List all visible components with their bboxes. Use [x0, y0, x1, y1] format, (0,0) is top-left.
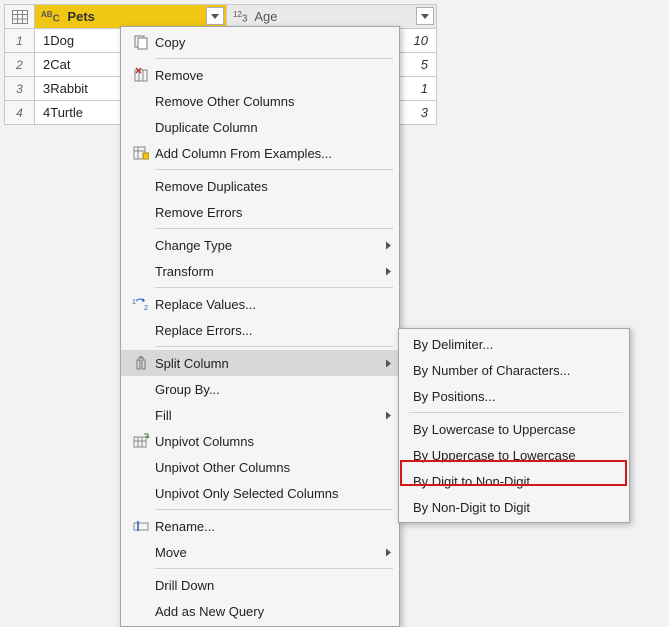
rename-icon — [127, 520, 155, 532]
column-header-pets[interactable]: ABC Pets — [35, 5, 227, 29]
submenu-non-digit-to-digit[interactable]: By Non-Digit to Digit — [399, 494, 629, 520]
menu-label: Duplicate Column — [155, 120, 375, 135]
submenu-arrow-icon — [386, 545, 391, 560]
menu-remove-duplicates[interactable]: Remove Duplicates — [121, 173, 399, 199]
column-header-age[interactable]: 123 Age — [227, 5, 437, 29]
menu-add-as-new-query[interactable]: Add as New Query — [121, 598, 399, 624]
row-number: 4 — [5, 101, 35, 125]
column-header-label: Pets — [67, 9, 94, 24]
menu-replace-values[interactable]: 12 Replace Values... — [121, 291, 399, 317]
menu-drill-down[interactable]: Drill Down — [121, 572, 399, 598]
submenu-by-number-of-characters[interactable]: By Number of Characters... — [399, 357, 629, 383]
column-filter-dropdown[interactable] — [206, 7, 224, 25]
submenu-arrow-icon — [386, 238, 391, 253]
menu-separator — [155, 58, 393, 59]
menu-label: By Non-Digit to Digit — [413, 500, 605, 515]
menu-separator — [155, 169, 393, 170]
row-number: 1 — [5, 29, 35, 53]
menu-replace-errors[interactable]: Replace Errors... — [121, 317, 399, 343]
menu-label: Transform — [155, 264, 375, 279]
context-menu: Copy Remove Remove Other Columns Duplica… — [120, 26, 400, 627]
menu-remove-errors[interactable]: Remove Errors — [121, 199, 399, 225]
menu-label: Remove Errors — [155, 205, 375, 220]
menu-label: Copy — [155, 35, 375, 50]
menu-label: Remove Duplicates — [155, 179, 375, 194]
submenu-lowercase-to-uppercase[interactable]: By Lowercase to Uppercase — [399, 416, 629, 442]
menu-label: By Digit to Non-Digit — [413, 474, 605, 489]
menu-unpivot-other-columns[interactable]: Unpivot Other Columns — [121, 454, 399, 480]
menu-unpivot-columns[interactable]: Unpivot Columns — [121, 428, 399, 454]
menu-separator — [409, 412, 623, 413]
menu-label: Rename... — [155, 519, 375, 534]
copy-icon — [127, 34, 155, 50]
menu-separator — [155, 346, 393, 347]
menu-label: Group By... — [155, 382, 375, 397]
submenu-arrow-icon — [386, 408, 391, 423]
table-corner-icon[interactable] — [5, 5, 35, 29]
row-number: 2 — [5, 53, 35, 77]
menu-label: Unpivot Other Columns — [155, 460, 375, 475]
split-column-submenu: By Delimiter... By Number of Characters.… — [398, 328, 630, 523]
text-type-icon: ABC — [41, 11, 60, 24]
row-number: 3 — [5, 77, 35, 101]
menu-label: Unpivot Only Selected Columns — [155, 486, 375, 501]
submenu-uppercase-to-lowercase[interactable]: By Uppercase to Lowercase — [399, 442, 629, 468]
menu-label: Remove — [155, 68, 375, 83]
menu-fill[interactable]: Fill — [121, 402, 399, 428]
menu-label: Change Type — [155, 238, 375, 253]
menu-label: By Uppercase to Lowercase — [413, 448, 605, 463]
submenu-by-positions[interactable]: By Positions... — [399, 383, 629, 409]
menu-copy[interactable]: Copy — [121, 29, 399, 55]
column-filter-dropdown[interactable] — [416, 7, 434, 25]
remove-column-icon — [127, 67, 155, 83]
menu-label: Add Column From Examples... — [155, 146, 375, 161]
submenu-arrow-icon — [386, 356, 391, 371]
menu-label: By Number of Characters... — [413, 363, 605, 378]
unpivot-icon — [127, 433, 155, 449]
menu-move[interactable]: Move — [121, 539, 399, 565]
menu-label: By Positions... — [413, 389, 605, 404]
add-column-icon — [127, 145, 155, 161]
submenu-by-delimiter[interactable]: By Delimiter... — [399, 331, 629, 357]
menu-separator — [155, 568, 393, 569]
menu-label: Drill Down — [155, 578, 375, 593]
menu-transform[interactable]: Transform — [121, 258, 399, 284]
menu-label: Split Column — [155, 356, 375, 371]
menu-duplicate-column[interactable]: Duplicate Column — [121, 114, 399, 140]
menu-label: Replace Values... — [155, 297, 375, 312]
column-header-label: Age — [254, 9, 277, 24]
svg-text:1: 1 — [132, 299, 136, 306]
submenu-arrow-icon — [386, 264, 391, 279]
menu-label: By Delimiter... — [413, 337, 605, 352]
menu-label: By Lowercase to Uppercase — [413, 422, 605, 437]
menu-label: Fill — [155, 408, 375, 423]
split-column-icon — [127, 355, 155, 371]
menu-label: Move — [155, 545, 375, 560]
menu-remove[interactable]: Remove — [121, 62, 399, 88]
menu-unpivot-only-selected-columns[interactable]: Unpivot Only Selected Columns — [121, 480, 399, 506]
number-type-icon: 123 — [233, 11, 247, 24]
menu-label: Replace Errors... — [155, 323, 375, 338]
svg-text:2: 2 — [144, 305, 148, 311]
menu-separator — [155, 287, 393, 288]
menu-group-by[interactable]: Group By... — [121, 376, 399, 402]
menu-rename[interactable]: Rename... — [121, 513, 399, 539]
menu-remove-other-columns[interactable]: Remove Other Columns — [121, 88, 399, 114]
replace-values-icon: 12 — [127, 297, 155, 311]
menu-split-column[interactable]: Split Column — [121, 350, 399, 376]
menu-label: Remove Other Columns — [155, 94, 375, 109]
menu-separator — [155, 228, 393, 229]
menu-change-type[interactable]: Change Type — [121, 232, 399, 258]
submenu-digit-to-non-digit[interactable]: By Digit to Non-Digit — [399, 468, 629, 494]
menu-add-column-from-examples[interactable]: Add Column From Examples... — [121, 140, 399, 166]
menu-label: Unpivot Columns — [155, 434, 375, 449]
menu-separator — [155, 509, 393, 510]
